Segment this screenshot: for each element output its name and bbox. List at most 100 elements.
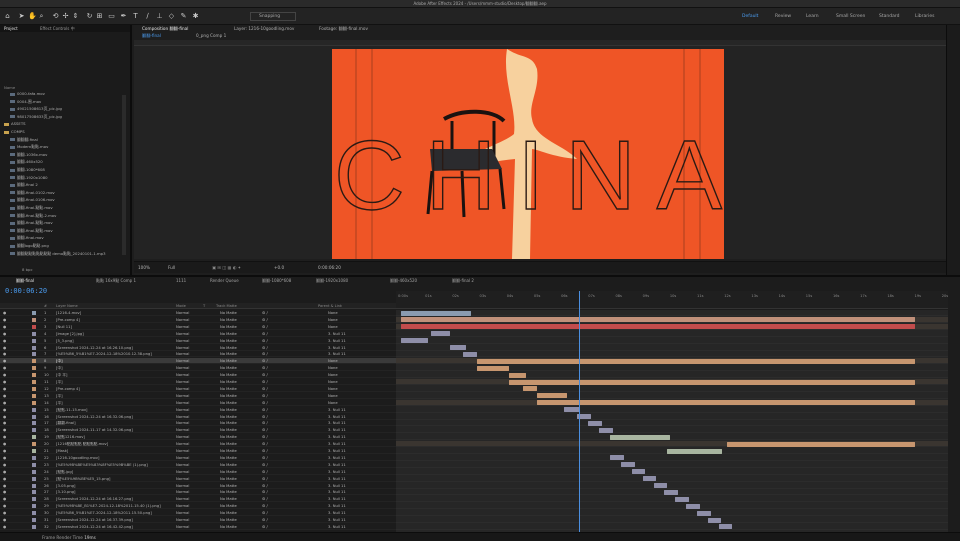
layer-switches[interactable]: ⚙ ∕ <box>262 386 268 392</box>
layer-parent[interactable]: 3. Null 11 <box>328 331 346 337</box>
pen-tool-icon[interactable]: ✒ <box>120 12 127 20</box>
layer-row[interactable]: ● 1 [1216-4.mov] Normal No Matte ⚙ ∕ None <box>0 310 396 316</box>
layer-mode[interactable]: Normal <box>176 462 189 468</box>
layer-visibility-icon[interactable]: ● <box>3 317 6 323</box>
project-item[interactable]: 翻翻-1920x1080 <box>10 175 48 180</box>
layer-track-matte[interactable]: No Matte <box>220 427 237 433</box>
layer-visibility-icon[interactable]: ● <box>3 420 6 426</box>
layer-row[interactable]: ● 31 [Screenshot 2024-12-24 at 16.37.39.pn… <box>0 517 396 523</box>
layer-mode[interactable]: Normal <box>176 414 189 420</box>
layer-duration-bar[interactable] <box>697 510 711 516</box>
layer-track-matte[interactable]: No Matte <box>220 407 237 413</box>
layer-duration-bar[interactable] <box>610 455 624 461</box>
layer-visibility-icon[interactable]: ● <box>3 510 6 516</box>
breadcrumb-final[interactable]: 翻翻-final <box>142 33 161 39</box>
layer-track-matte[interactable]: No Matte <box>220 393 237 399</box>
layer-row[interactable]: ● 8 [中] Normal No Matte ⚙ ∕ None <box>0 358 396 365</box>
layer-row[interactable]: ● 28 [Screenshot 2024-12-24 at 16.16.27.pn… <box>0 496 396 503</box>
project-item[interactable]: 0000-fafa.mov <box>10 91 45 96</box>
home-icon[interactable]: ⌂ <box>4 12 11 20</box>
layer-duration-bar[interactable] <box>686 503 700 509</box>
layer-mode[interactable]: Normal <box>176 345 189 351</box>
project-item[interactable]: 49021508613页_pic.jpg <box>10 106 62 111</box>
layer-mode[interactable]: Normal <box>176 338 189 344</box>
layer-switches[interactable]: ⚙ ∕ <box>262 483 268 489</box>
layer-visibility-icon[interactable]: ● <box>3 483 6 489</box>
name-column-header[interactable]: Name <box>4 85 15 90</box>
layer-visibility-icon[interactable]: ● <box>3 503 6 509</box>
layer-track-matte[interactable]: No Matte <box>220 365 237 371</box>
project-item[interactable]: 翻翻-final 2 <box>10 182 38 187</box>
layer-mode[interactable]: Normal <box>176 379 189 385</box>
layer-switches[interactable]: ⚙ ∕ <box>262 324 268 330</box>
layer-mode[interactable]: Normal <box>176 324 189 330</box>
layer-mode[interactable]: Normal <box>176 489 189 495</box>
layer-track-matte[interactable]: No Matte <box>220 462 237 468</box>
layer-row[interactable]: ● 29 [%E5%9B%BE_B1%E7-2024-12-18%2011.15.4… <box>0 503 396 510</box>
layer-visibility-icon[interactable]: ● <box>3 372 6 378</box>
layer-duration-bar[interactable] <box>400 310 472 316</box>
project-scrollbar[interactable] <box>122 95 126 255</box>
project-item[interactable]: 98017508633页_pic.jpg <box>10 114 62 119</box>
layer-visibility-icon[interactable]: ● <box>3 331 6 337</box>
layer-switches[interactable]: ⚙ ∕ <box>262 496 268 502</box>
layer-parent[interactable]: 3. Null 11 <box>328 441 346 447</box>
layer-track-matte[interactable]: No Matte <box>220 338 237 344</box>
layer-row[interactable]: ● 7 [%E5%B6_5%B1%E7-2024-12-18%2010.12.38.… <box>0 351 396 358</box>
layer-track-matte[interactable]: No Matte <box>220 317 237 323</box>
layer-switches[interactable]: ⚙ ∕ <box>262 393 268 399</box>
layer-row[interactable]: ● 23 [%E5%9B%BE%E5%83%8F%E5%9B%BE (1).png]… <box>0 462 396 468</box>
layer-mode[interactable]: Normal <box>176 517 189 523</box>
layer-row[interactable]: ● 17 [翻翻-final] Normal No Matte ⚙ ∕ 3. Null 11 <box>0 420 396 427</box>
layer-duration-bar[interactable] <box>653 483 668 488</box>
layer-track-matte[interactable]: No Matte <box>220 386 237 392</box>
layer-visibility-icon[interactable]: ● <box>3 338 6 344</box>
layer-duration-bar[interactable] <box>642 476 657 482</box>
layer-switches[interactable]: ⚙ ∕ <box>262 517 268 523</box>
layer-parent[interactable]: None <box>328 386 338 392</box>
bpc-indicator[interactable]: 8 bpc <box>22 267 33 272</box>
layer-parent[interactable]: 3. Null 11 <box>328 427 346 433</box>
layer-mode[interactable]: Normal <box>176 441 189 447</box>
layer-mode[interactable]: Normal <box>176 503 189 509</box>
tab-footage[interactable]: Footage: 翻翻-final.mov <box>319 26 368 32</box>
layer-duration-bar[interactable] <box>620 462 635 468</box>
layer-duration-bar[interactable] <box>599 427 613 433</box>
viewer-canvas[interactable]: CHINA <box>134 46 946 259</box>
project-item[interactable]: 翻翻-final-0106.mov <box>10 197 55 202</box>
viewer-options-icons[interactable]: ▣ ⊞ ◫ ▦ ◐ ✦ <box>212 265 241 270</box>
layer-duration-bar[interactable] <box>726 441 915 447</box>
layer-parent[interactable]: 3. Null 11 <box>328 496 346 502</box>
layer-parent[interactable]: 3. Null 11 <box>328 420 346 426</box>
layer-row[interactable]: ● 6 [Screenshot 2024-12-24 at 16.26.10.png… <box>0 345 396 351</box>
roto-brush-tool-icon[interactable]: ✎ <box>180 12 187 20</box>
layer-row[interactable]: ● 16 [Screenshot 2024-12-24 at 16.32.06.pn… <box>0 414 396 420</box>
layer-duration-bar[interactable] <box>430 331 450 337</box>
layer-track-matte[interactable]: No Matte <box>220 324 237 330</box>
layer-switches[interactable]: ⚙ ∕ <box>262 414 268 420</box>
layer-track-matte[interactable]: No Matte <box>220 455 237 461</box>
layer-parent[interactable]: None <box>328 310 338 316</box>
brush-tool-icon[interactable]: ∕ <box>144 12 151 20</box>
layer-track-matte[interactable]: No Matte <box>220 483 237 489</box>
orbit-camera-icon[interactable]: ⟲ <box>52 12 59 20</box>
layer-mode[interactable]: Normal <box>176 310 189 316</box>
layer-track-matte[interactable]: No Matte <box>220 517 237 523</box>
layer-track-matte[interactable]: No Matte <box>220 420 237 426</box>
layer-row[interactable]: ● 15 [點點-11-15.mov] Normal No Matte ⚙ ∕ 3. Nul… <box>0 407 396 413</box>
layer-row[interactable]: ● 11 [平] Normal No Matte ⚙ ∕ None <box>0 379 396 385</box>
zoom-dropdown[interactable]: 100% <box>138 265 150 270</box>
layer-parent[interactable]: 3. Null 11 <box>328 517 346 523</box>
layer-row[interactable]: ● 3 [Null 11] Normal No Matte ⚙ ∕ None <box>0 324 396 330</box>
layer-track-matte[interactable]: No Matte <box>220 489 237 495</box>
layer-row[interactable]: ● 26 [3-05.png] Normal No Matte ⚙ ∕ 3. Null 11 <box>0 483 396 489</box>
layer-visibility-icon[interactable]: ● <box>3 462 6 468</box>
layer-duration-bar[interactable] <box>400 338 428 344</box>
layer-switches[interactable]: ⚙ ∕ <box>262 489 268 495</box>
project-item[interactable]: 翻翻-460x520 <box>10 159 43 164</box>
dolly-camera-icon[interactable]: ⇕ <box>72 12 79 20</box>
project-item[interactable]: ASSETS <box>4 121 26 126</box>
tab-layer[interactable]: Layer: 1216-10goodling.mov <box>234 26 294 31</box>
tab-composition[interactable]: Composition 翻翻-final <box>142 26 188 32</box>
timeline-tab[interactable]: 翻翻-final <box>16 278 34 284</box>
